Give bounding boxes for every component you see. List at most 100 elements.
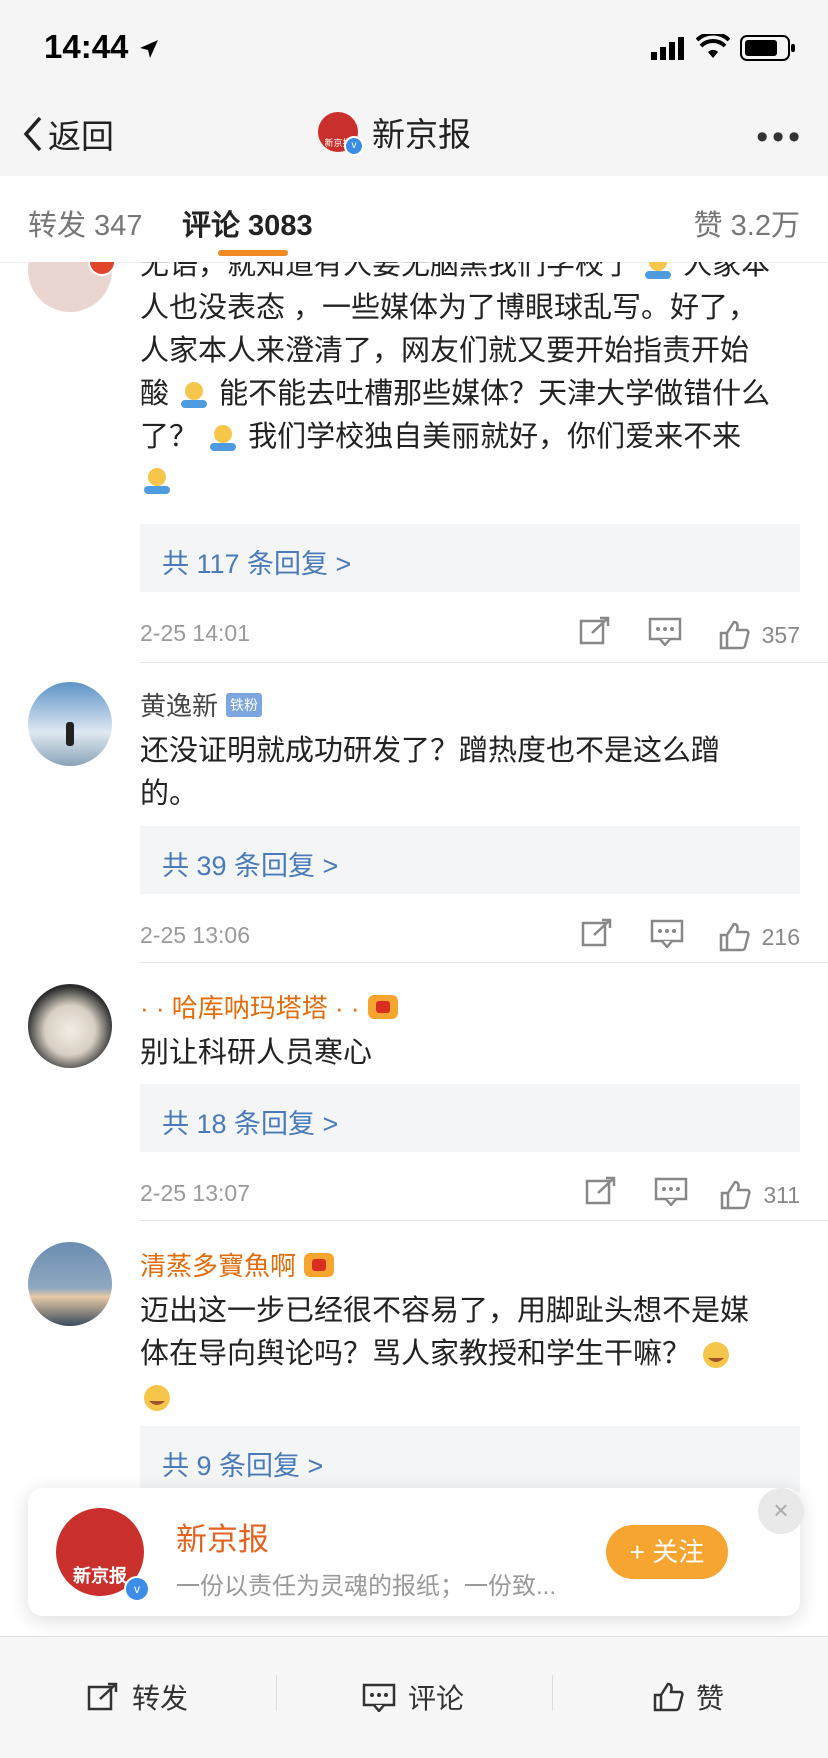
comment-date: 2-25 13:07 [140, 1180, 250, 1206]
reply-summary[interactable]: 共 117 条回复 > [140, 524, 800, 592]
user-name[interactable]: 清蒸多寶魚啊 [140, 1246, 335, 1283]
tab-likes[interactable]: 赞 3.2万 [694, 202, 800, 244]
comment-icon [362, 1683, 396, 1712]
divider [140, 962, 828, 963]
user-name-text: 黄逸新 [140, 691, 219, 721]
comment-line: 的。 [140, 778, 199, 810]
signal-icon [651, 37, 684, 60]
more-icon: ••• [756, 118, 804, 156]
more-button[interactable]: ••• [756, 118, 804, 157]
comment-date: 2-25 14:01 [140, 620, 250, 646]
avatar[interactable] [28, 984, 112, 1068]
shrug-emoji-icon [641, 262, 675, 281]
wifi-icon [696, 34, 730, 58]
comment-text: 无语，就知道有人要无脑黑我们学校了 人家本 人也没表态 ，一些媒体为了博眼球乱写… [140, 262, 800, 502]
like-count: 311 [763, 1181, 800, 1208]
comment-line: 人家本 [683, 262, 771, 281]
popup-account-desc: 一份以责任为灵魂的报纸；一份致... [176, 1573, 557, 1600]
comment-line: 我们学校独自美丽就好，你们爱来不来 [248, 421, 742, 453]
reply-link[interactable]: 共 39 条回复 > [162, 844, 338, 883]
like-count: 357 [761, 621, 800, 648]
comment-line: 别让科研人员寒心 [140, 1037, 373, 1069]
comment-meta: 2-25 13:07 311 [140, 1176, 800, 1212]
account-logo: 新京报 v [318, 112, 364, 156]
chevron-left-icon [23, 116, 42, 152]
like-post-button[interactable]: 赞 [652, 1677, 724, 1717]
like-label: 赞 [696, 1683, 725, 1714]
tab-comments[interactable]: 评论 3083 [182, 202, 313, 244]
tab-active-indicator [218, 250, 288, 256]
comment-text: 别让科研人员寒心 [140, 1032, 800, 1075]
popup-account-name[interactable]: 新京报 [176, 1514, 269, 1559]
comment-line: 能不能去吐槽那些媒体？天津大学做错什么 [219, 378, 771, 410]
avatar[interactable] [28, 682, 112, 766]
repost-icon [87, 1682, 118, 1711]
back-label: 返回 [48, 118, 114, 155]
close-popup-button[interactable]: × [758, 1488, 804, 1534]
user-name-text: 清蒸多寶魚啊 [140, 1251, 297, 1281]
like-button[interactable]: 357 [718, 620, 800, 650]
laughing-emoji-icon [140, 1383, 174, 1413]
laughing-emoji-icon [699, 1340, 733, 1370]
comment-meta: 2-25 13:06 216 [140, 918, 800, 954]
nav-title[interactable]: 新京报 v 新京报 [318, 108, 471, 156]
battery-icon [740, 35, 795, 61]
user-name[interactable]: 黄逸新 铁粉 [140, 686, 263, 723]
like-button[interactable]: 311 [719, 1180, 800, 1210]
comment-line: 了？ [140, 421, 199, 453]
comment-text: 还没证明就成功研发了？蹭热度也不是这么蹭 的。 [140, 730, 800, 816]
separator [552, 1675, 553, 1711]
repost-button[interactable]: 转发 [86, 1677, 188, 1717]
bottom-action-bar: 转发 评论 赞 [0, 1636, 828, 1758]
divider [140, 1220, 828, 1221]
status-time-text: 14:44 [44, 28, 129, 65]
comment-line: 无语，就知道有人要无脑黑我们学校了 [140, 262, 634, 281]
separator [276, 1675, 277, 1711]
vip-crown-icon [367, 994, 398, 1019]
navigation-bar: 返回 新京报 v 新京报 ••• [0, 96, 828, 177]
thumbs-up-icon [719, 922, 750, 952]
fan-badge: 铁粉 [226, 692, 263, 717]
tab-repost[interactable]: 转发 347 [28, 202, 142, 244]
thumbs-up-icon [721, 1180, 751, 1210]
reply-summary[interactable]: 共 9 条回复 > [140, 1426, 800, 1492]
comment-meta: 2-25 14:01 357 [140, 616, 800, 652]
comment-icon[interactable] [648, 616, 682, 646]
divider [140, 662, 828, 663]
like-button[interactable]: 216 [718, 922, 800, 952]
comment-line: 人也没表态 ，一些媒体为了博眼球乱写。好了， [140, 292, 758, 324]
back-button[interactable]: 返回 [22, 110, 114, 158]
location-arrow-icon [139, 40, 158, 58]
reply-link[interactable]: 共 9 条回复 > [162, 1444, 323, 1483]
shrug-emoji-icon [140, 466, 174, 496]
vip-crown-icon [304, 1252, 335, 1277]
shrug-emoji-icon [206, 423, 240, 453]
comment-text: 迈出这一步已经很不容易了，用脚趾头想不是媒 体在导向舆论吗？骂人家教授和学生干嘛… [140, 1290, 800, 1419]
reply-link[interactable]: 共 117 条回复 > [162, 542, 351, 581]
thumbs-up-icon [719, 620, 750, 650]
comment-list[interactable]: 无语，就知道有人要无脑黑我们学校了 人家本 人也没表态 ，一些媒体为了博眼球乱写… [0, 262, 828, 1492]
tab-bar: 转发 347 评论 3083 赞 3.2万 [0, 176, 828, 263]
comment-line: 迈出这一步已经很不容易了，用脚趾头想不是媒 [140, 1295, 750, 1327]
user-name[interactable]: · · 哈库呐玛塔塔 · · [140, 988, 398, 1025]
like-count: 216 [761, 923, 800, 950]
reply-link[interactable]: 共 18 条回复 > [162, 1102, 338, 1141]
comment-icon[interactable] [654, 1176, 688, 1206]
comment-line: 还没证明就成功研发了？蹭热度也不是这么蹭 [140, 735, 721, 767]
share-icon[interactable] [578, 616, 612, 646]
comment-icon[interactable] [650, 918, 684, 948]
status-time: 14:44 [44, 28, 160, 66]
follow-button[interactable]: + 关注 [606, 1525, 728, 1579]
comment-line: 人家本人来澄清了，网友们就又要开始指责开始 [140, 335, 750, 367]
follow-popup: 新京报 v 新京报 一份以责任为灵魂的报纸；一份致... + 关注 [28, 1488, 800, 1616]
comment-button[interactable]: 评论 [362, 1677, 464, 1717]
status-bar: 14:44 [0, 0, 828, 96]
reply-summary[interactable]: 共 39 条回复 > [140, 826, 800, 894]
verified-badge-icon: v [344, 136, 364, 156]
reply-summary[interactable]: 共 18 条回复 > [140, 1084, 800, 1152]
avatar[interactable] [28, 1242, 112, 1326]
comment-date: 2-25 13:06 [140, 922, 250, 948]
share-icon[interactable] [580, 918, 614, 948]
share-icon[interactable] [584, 1176, 618, 1206]
repost-label: 转发 [132, 1683, 189, 1714]
